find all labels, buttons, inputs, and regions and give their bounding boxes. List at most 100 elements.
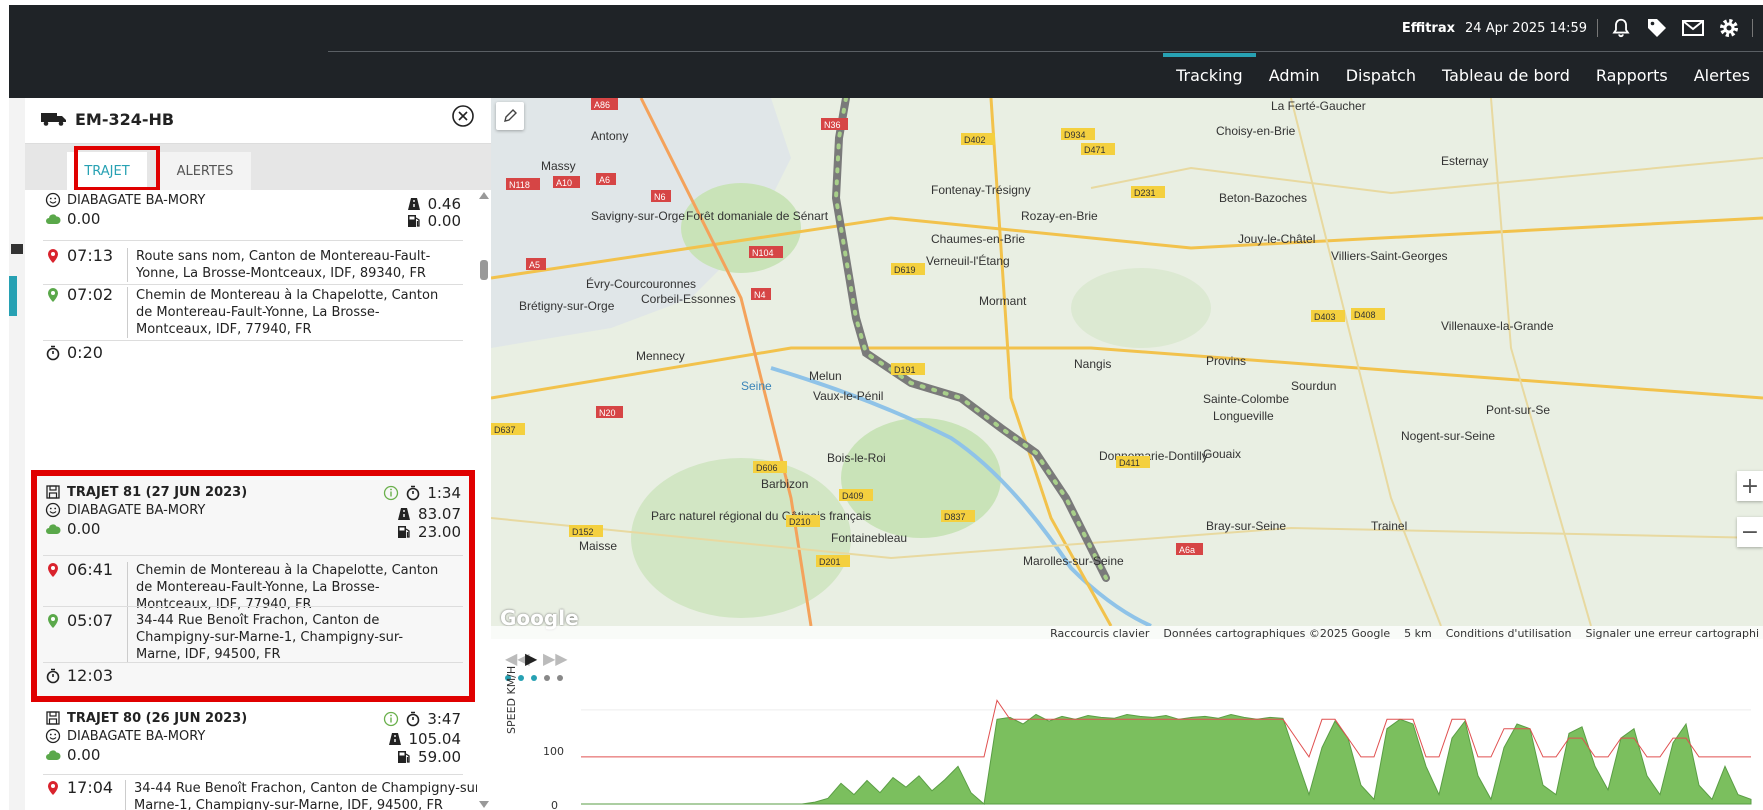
road-number-label: N6 xyxy=(654,192,666,202)
cloud-icon xyxy=(46,214,61,224)
mail-icon[interactable] xyxy=(1680,15,1706,41)
app-window: Effitrax 24 Apr 2025 14:59 Tracking Admi… xyxy=(9,5,1763,810)
map-place-label: Sourdun xyxy=(1291,379,1336,393)
road-number-label: A6a xyxy=(1179,545,1195,555)
stop-time-label: 07:02 xyxy=(67,285,114,304)
co2-value: 0.00 xyxy=(67,520,101,538)
duration-value: 12:03 xyxy=(67,666,114,685)
map-place-label: Bray-sur-Seine xyxy=(1206,519,1286,533)
map-canvas[interactable]: Antony Massy Savigny-sur-Orge Forêt domania… xyxy=(491,98,1763,628)
top-info: Effitrax 24 Apr 2025 14:59 xyxy=(1402,13,1763,43)
map-place-label: Trainel xyxy=(1371,519,1407,533)
nav-alerts[interactable]: Alertes xyxy=(1681,53,1763,98)
map-place-label: Corbeil-Essonnes xyxy=(641,292,736,306)
close-icon[interactable] xyxy=(451,104,475,128)
truck-mini-icon xyxy=(11,244,23,254)
road-number-label: D934 xyxy=(1064,130,1086,140)
map-data-credit: Données cartographiques ©2025 Google xyxy=(1163,626,1391,640)
map-view[interactable]: Antony Massy Savigny-sur-Orge Forêt domania… xyxy=(491,98,1763,639)
distance-value: 105.04 xyxy=(408,730,462,748)
distance-value: 83.07 xyxy=(418,505,461,523)
pin-red-icon xyxy=(48,780,58,795)
map-place-label: Évry-Courcouronnes xyxy=(586,276,696,291)
bell-icon[interactable] xyxy=(1608,15,1634,41)
map-place-label: Longueville xyxy=(1213,409,1274,423)
pencil-icon xyxy=(504,109,517,122)
distance-row: 83.07 xyxy=(396,505,461,523)
stop-time-label: 17:04 xyxy=(67,778,114,797)
map-place-label: Bois-le-Roi xyxy=(827,451,886,465)
map-place-label: Verneuil-l'Étang xyxy=(926,253,1010,268)
main-nav: Tracking Admin Dispatch Tableau de bord … xyxy=(1163,53,1763,98)
scale-label: 5 km xyxy=(1404,626,1432,640)
scroll-up-arrow[interactable] xyxy=(479,192,489,199)
tag-icon[interactable] xyxy=(1644,15,1670,41)
vehicle-plate: EM-324-HB xyxy=(75,110,175,129)
save-icon xyxy=(46,711,60,725)
list-scrollbar[interactable] xyxy=(477,190,491,810)
edit-pencil-button[interactable] xyxy=(496,102,524,130)
nav-admin[interactable]: Admin xyxy=(1256,53,1333,98)
fuel-row: 0.00 xyxy=(406,212,461,230)
road-number-label: A86 xyxy=(594,100,610,110)
road-number-label: N4 xyxy=(754,290,766,300)
stop-time-label: 06:41 xyxy=(67,560,114,579)
gear-icon[interactable] xyxy=(1716,15,1742,41)
road-number-label: D637 xyxy=(494,425,516,435)
road-number-label: N20 xyxy=(599,408,616,418)
tab-alertes[interactable]: ALERTES xyxy=(159,152,251,190)
smiley-icon xyxy=(45,502,61,518)
driver-name: DIABAGATE BA-MORY xyxy=(67,192,206,208)
trip-card-81[interactable]: TRAJET 81 (27 JUN 2023) 1:34 DIABAGATE B… xyxy=(25,476,477,696)
top-bar: Effitrax 24 Apr 2025 14:59 Tracking Admi… xyxy=(9,5,1763,98)
report-error-link[interactable]: Signaler une erreur cartographi xyxy=(1585,627,1759,640)
left-strip xyxy=(9,98,25,810)
map-place-label: Donnemarie-Dontilly xyxy=(1099,449,1208,463)
divider xyxy=(43,606,463,607)
fuel-value: 23.00 xyxy=(418,523,461,541)
info-icon[interactable] xyxy=(383,711,399,727)
zoom-out-button[interactable]: − xyxy=(1737,517,1763,547)
trip-title-text: TRAJET 81 (27 JUN 2023) xyxy=(67,484,248,500)
map-place-label: Forêt domaniale de Sénart xyxy=(686,209,829,223)
pin-green-icon xyxy=(48,613,58,628)
zoom-in-button[interactable]: + xyxy=(1737,471,1763,501)
trip-time-row: 1:34 xyxy=(383,484,461,502)
nav-dashboard[interactable]: Tableau de bord xyxy=(1429,53,1583,98)
map-place-label: Sainte-Colombe xyxy=(1203,392,1289,406)
road-number-label: D409 xyxy=(842,491,864,501)
keyboard-shortcuts-link[interactable]: Raccourcis clavier xyxy=(1050,627,1149,640)
map-place-label: Beton-Bazoches xyxy=(1219,191,1307,205)
left-strip-tab[interactable] xyxy=(9,276,17,316)
trip-time: 3:47 xyxy=(427,710,461,728)
separator-end xyxy=(1752,19,1753,37)
stop-start-address: 34-44 Rue Benoît Frachon, Canton de Cham… xyxy=(127,612,447,663)
stop-end-address: 34-44 Rue Benoît Frachon, Canton de Cham… xyxy=(125,780,477,810)
stop-time-label: 07:13 xyxy=(67,246,114,265)
distance-value: 0.46 xyxy=(427,195,461,213)
speed-chart: ◀◀ ▶ ▶▶ SPEED KM/H 100 0 xyxy=(491,639,1763,810)
nav-reports[interactable]: Rapports xyxy=(1583,53,1681,98)
map-place-label: Nangis xyxy=(1074,357,1111,371)
divider xyxy=(43,340,463,341)
scroll-down-arrow[interactable] xyxy=(479,801,489,808)
road-number-label: N104 xyxy=(752,248,774,258)
fuel-row: 59.00 xyxy=(396,748,461,766)
map-place-label: Barbizon xyxy=(761,477,808,491)
cloud-icon xyxy=(46,750,61,760)
fuel-row: 23.00 xyxy=(396,523,461,541)
road-number-label: D837 xyxy=(944,512,966,522)
trip-card-prev[interactable]: DIABAGATE BA-MORY 0.00 0.46 0.00 07:13 R… xyxy=(25,190,477,366)
scroll-thumb[interactable] xyxy=(480,260,488,280)
stop-end-address: Route sans nom, Canton de Montereau-Faul… xyxy=(127,248,447,282)
trip-title: TRAJET 80 (26 JUN 2023) xyxy=(45,710,247,726)
terms-link[interactable]: Conditions d'utilisation xyxy=(1446,627,1572,640)
nav-dispatch[interactable]: Dispatch xyxy=(1333,53,1429,98)
nav-tracking[interactable]: Tracking xyxy=(1163,53,1256,98)
road-icon xyxy=(407,198,420,210)
map-place-label: Provins xyxy=(1206,354,1246,368)
map-place-label: Mormant xyxy=(979,294,1027,308)
info-icon[interactable] xyxy=(383,485,399,501)
road-number-label: D411 xyxy=(1119,458,1140,468)
trip-card-80[interactable]: TRAJET 80 (26 JUN 2023) 3:47 DIABAGATE B… xyxy=(25,710,477,810)
